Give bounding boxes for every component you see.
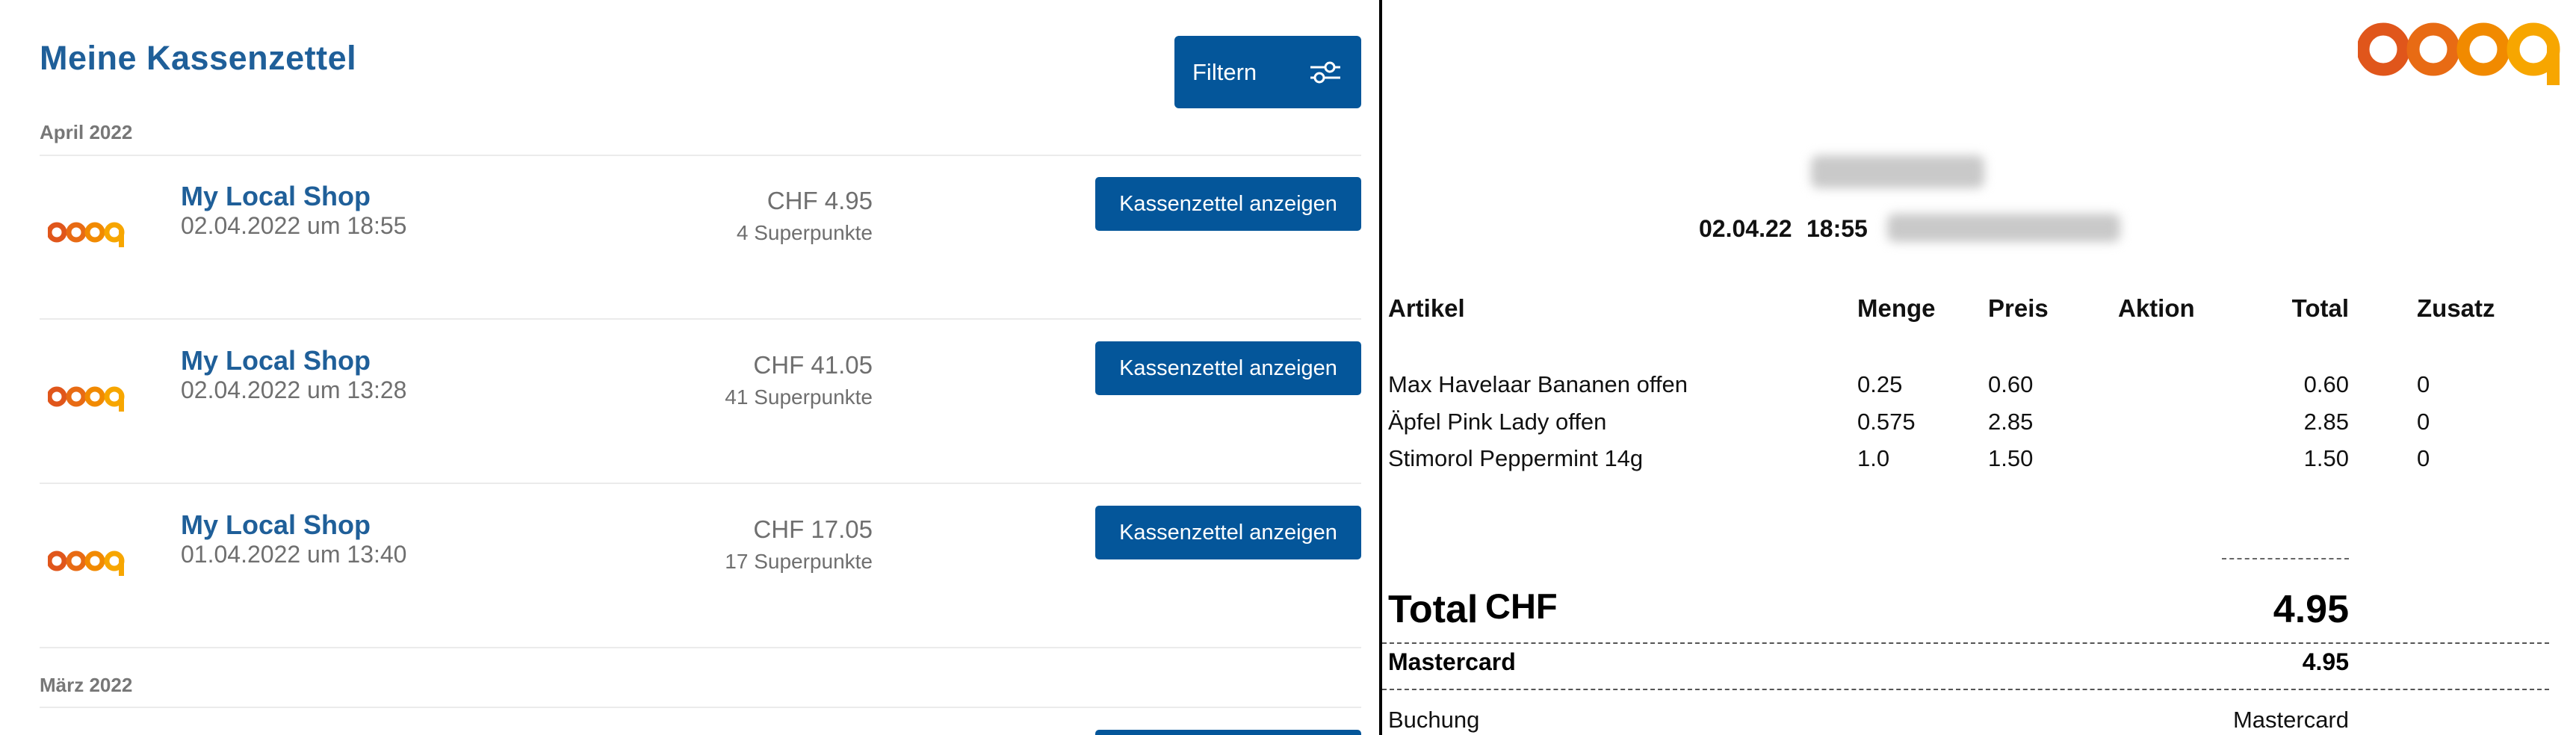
item-total: 2.85 bbox=[2303, 409, 2349, 435]
receipt-date: 02.04.2022 um 13:28 bbox=[181, 376, 407, 403]
dashed-divider bbox=[1382, 689, 2549, 690]
superpoints: 4 Superpunkte bbox=[736, 221, 873, 244]
receipt-detail-panel: 02.04.22 18:55 Artikel Menge Preis Aktio… bbox=[1382, 0, 2576, 735]
item-qty: 0.25 bbox=[1857, 371, 1903, 397]
page-title: Meine Kassenzettel bbox=[40, 39, 357, 77]
coop-logo bbox=[48, 386, 125, 412]
redacted-store-name bbox=[1811, 155, 1984, 188]
coop-logo bbox=[48, 222, 125, 247]
item-article: Max Havelaar Bananen offen bbox=[1388, 371, 1688, 397]
item-article: Äpfel Pink Lady offen bbox=[1388, 409, 1607, 435]
item-article: Stimorol Peppermint 14g bbox=[1388, 445, 1644, 471]
column-qty: Menge bbox=[1857, 294, 1936, 322]
column-action: Aktion bbox=[2118, 294, 2195, 322]
item-total: 0.60 bbox=[2303, 371, 2349, 397]
show-receipt-button[interactable]: Kassenzettel anzeigen bbox=[1095, 341, 1361, 395]
payment-method: Mastercard bbox=[1388, 648, 1516, 675]
coop-logo bbox=[48, 551, 125, 576]
receipt-row: My Local Shop 02.04.2022 um 18:55 CHF 4.… bbox=[0, 157, 1379, 320]
column-total: Total bbox=[2291, 294, 2349, 322]
booking-value: Mastercard bbox=[2232, 707, 2349, 733]
filter-button-label: Filtern bbox=[1192, 58, 1257, 85]
item-qty: 0.575 bbox=[1857, 409, 1916, 435]
shop-name: My Local Shop bbox=[181, 345, 371, 376]
receipt-amount: CHF 41.05 bbox=[753, 351, 873, 379]
booking-label: Buchung bbox=[1388, 707, 1480, 733]
shop-name: My Local Shop bbox=[181, 509, 371, 540]
column-article: Artikel bbox=[1388, 294, 1465, 322]
receipt-date: 01.04.2022 um 13:40 bbox=[181, 541, 407, 568]
item-price: 0.60 bbox=[1988, 371, 2034, 397]
receipt-row: My Local Shop 02.04.2022 um 13:28 CHF 41… bbox=[0, 321, 1379, 484]
receipt-row: My Local Shop 01.04.2022 um 13:40 CHF 17… bbox=[0, 486, 1379, 648]
redacted-receipt-id bbox=[1887, 214, 2120, 242]
total-amount: 4.95 bbox=[2273, 588, 2349, 631]
item-extra: 0 bbox=[2417, 445, 2430, 471]
show-receipt-button[interactable]: Kassenzettel anzeigen bbox=[1095, 177, 1361, 231]
item-total: 1.50 bbox=[2303, 445, 2349, 471]
total-label: Total bbox=[1388, 588, 1479, 631]
superpoints: 17 Superpunkte bbox=[725, 550, 873, 573]
month-label: April 2022 bbox=[40, 121, 133, 143]
divider bbox=[40, 647, 1361, 648]
dashed-divider bbox=[1382, 642, 2549, 644]
payment-amount: 4.95 bbox=[2302, 648, 2349, 675]
receipt-date: 02.04.2022 um 18:55 bbox=[181, 212, 407, 239]
receipt-date: 02.04.22 bbox=[1699, 215, 1792, 242]
receipt-amount: CHF 17.05 bbox=[753, 515, 873, 543]
item-qty: 1.0 bbox=[1857, 445, 1890, 471]
receipt-time: 18:55 bbox=[1806, 215, 1868, 242]
filter-button[interactable]: Filtern bbox=[1174, 36, 1361, 108]
receipt-amount: CHF 4.95 bbox=[767, 187, 873, 214]
column-price: Preis bbox=[1988, 294, 2049, 322]
subtotal-dashes bbox=[2222, 558, 2349, 559]
item-price: 2.85 bbox=[1988, 409, 2034, 435]
shop-name: My Local Shop bbox=[181, 181, 371, 211]
column-extra: Zusatz bbox=[2417, 294, 2495, 322]
divider bbox=[40, 483, 1361, 484]
sliders-icon bbox=[1310, 61, 1340, 83]
coop-logo bbox=[2358, 22, 2560, 85]
show-receipt-button[interactable]: Kassenzettel anzeigen bbox=[1095, 506, 1361, 559]
app-root: Meine Kassenzettel Filtern April 2022 My… bbox=[0, 0, 2576, 735]
divider bbox=[40, 318, 1361, 320]
divider bbox=[40, 155, 1361, 156]
total-currency: CHF bbox=[1485, 586, 1558, 626]
show-receipt-button[interactable] bbox=[1095, 730, 1361, 735]
superpoints: 41 Superpunkte bbox=[725, 385, 873, 409]
item-price: 1.50 bbox=[1988, 445, 2034, 471]
receipts-list-panel: Meine Kassenzettel Filtern April 2022 My… bbox=[0, 0, 1379, 735]
divider bbox=[40, 707, 1361, 708]
month-label: März 2022 bbox=[40, 674, 133, 696]
item-extra: 0 bbox=[2417, 409, 2430, 435]
item-extra: 0 bbox=[2417, 371, 2430, 397]
